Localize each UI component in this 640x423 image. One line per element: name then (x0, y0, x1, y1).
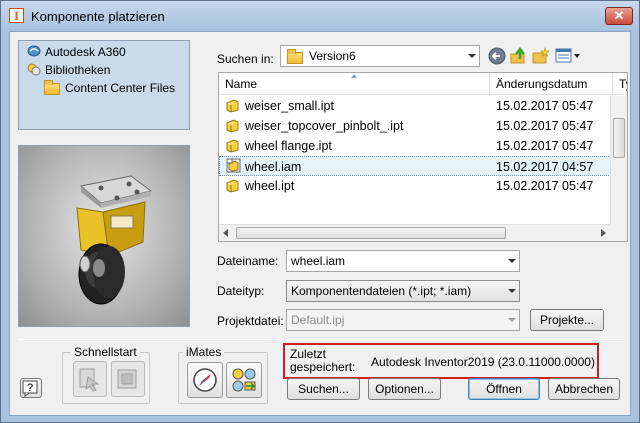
view-menu-icon[interactable] (555, 47, 581, 65)
search-button[interactable]: Suchen... (287, 378, 360, 400)
part-file-icon (226, 139, 239, 153)
vertical-scroll-thumb[interactable] (613, 118, 625, 158)
up-folder-icon[interactable] (510, 47, 528, 65)
scroll-left-icon[interactable] (222, 229, 230, 237)
file-row[interactable]: wheel.ipt 15.02.2017 05:47 A (219, 176, 625, 196)
column-header-date[interactable]: Änderungsdatum (490, 73, 613, 95)
open-document-icon (79, 368, 100, 392)
scroll-right-icon[interactable] (599, 229, 607, 237)
new-folder-icon[interactable] (532, 47, 550, 65)
imate-button-2[interactable] (226, 362, 262, 398)
file-row[interactable]: wheel flange.ipt 15.02.2017 05:47 A (219, 136, 625, 156)
file-date: 15.02.2017 05:47 (496, 119, 594, 133)
file-name: wheel flange.ipt (245, 139, 332, 153)
last-saved-value: Autodesk Inventor2019 (23.0.11000.0000) (371, 355, 595, 369)
last-saved-highlight: Zuletzt gespeichert: Autodesk Inventor20… (283, 343, 599, 379)
column-name-label: Name (225, 77, 258, 91)
file-name: weiser_small.ipt (245, 99, 334, 113)
assembly-file-icon (226, 158, 241, 173)
column-header-name[interactable]: Name (219, 73, 490, 95)
file-list-header: Name Änderungsdatum Ty (219, 73, 627, 95)
file-list[interactable]: Name Änderungsdatum Ty weiser_small.ipt … (218, 72, 628, 242)
horizontal-scrollbar[interactable] (219, 224, 610, 241)
tree-item-label: Content Center Files (65, 81, 176, 95)
tree-item-label: Bibliotheken (45, 63, 111, 77)
open-button[interactable]: Öffnen (468, 378, 540, 400)
folder-icon (44, 80, 60, 95)
look-in-combo[interactable]: Version6 (280, 45, 480, 67)
filename-value: wheel.iam (291, 254, 346, 268)
filetype-select[interactable]: Komponentendateien (*.ipt; *.iam) (286, 280, 520, 302)
title-bar[interactable]: I Komponente platzieren ✕ (1, 1, 639, 31)
chevron-down-icon (508, 259, 516, 263)
part-file-icon (226, 99, 239, 113)
scrollbar-corner (610, 224, 627, 241)
horizontal-scroll-thumb[interactable] (236, 227, 506, 239)
last-saved-label: Zuletzt gespeichert: (290, 348, 355, 374)
chevron-down-icon (508, 289, 516, 293)
model-preview (18, 145, 190, 327)
wheel-preview-image (76, 175, 153, 305)
dialog-client-area: Autodesk A360 Bibliotheken Content Cente… (9, 31, 631, 416)
filename-combo[interactable]: wheel.iam (286, 250, 520, 272)
filename-label: Dateiname: (217, 254, 279, 268)
folder-icon (287, 49, 303, 64)
chevron-down-icon (468, 54, 476, 58)
imates-group: iMates (178, 345, 268, 404)
sort-ascending-icon (351, 74, 357, 78)
compass-icon (193, 368, 217, 392)
help-button[interactable]: ? (20, 378, 42, 398)
file-row[interactable]: weiser_small.ipt 15.02.2017 05:47 (219, 96, 615, 116)
filetype-label: Dateityp: (217, 284, 265, 298)
file-name: wheel.ipt (245, 179, 295, 193)
separator (18, 339, 624, 340)
quickstart-open-button (73, 361, 107, 397)
dialog-window: I Komponente platzieren ✕ Autodesk A360 … (0, 0, 640, 423)
file-row-selected[interactable]: wheel.iam 15.02.2017 04:57 A (219, 156, 625, 176)
file-name: wheel.iam (245, 160, 302, 174)
close-button[interactable]: ✕ (605, 7, 633, 25)
options-button[interactable]: Optionen... (368, 378, 441, 400)
help-glyph: ? (27, 382, 33, 394)
file-date: 15.02.2017 05:47 (496, 99, 594, 113)
app-icon-glyph: I (13, 8, 20, 23)
part-file-icon (226, 179, 239, 193)
file-date: 15.02.2017 04:57 (496, 160, 594, 174)
projects-button[interactable]: Projekte... (530, 309, 604, 331)
assembly-icon (117, 369, 137, 389)
part-file-icon (226, 119, 239, 133)
quickstart-group: Schnellstart (62, 345, 150, 404)
file-row[interactable]: weiser_topcover_pinbolt_.ipt 15.02.2017 … (219, 116, 625, 136)
column-header-type[interactable]: Ty (613, 73, 627, 95)
quickstart-assembly-button (111, 361, 145, 397)
cancel-button[interactable]: Abbrechen (548, 378, 620, 400)
project-value: Default.ipj (291, 313, 345, 327)
filetype-value: Komponentendateien (*.ipt; *.iam) (291, 284, 472, 298)
file-date: 15.02.2017 05:47 (496, 139, 594, 153)
quickstart-title: Schnellstart (71, 345, 140, 359)
look-in-value: Version6 (309, 49, 356, 63)
window-title: Komponente platzieren (31, 9, 165, 24)
help-icon: ? (22, 380, 38, 397)
project-label: Projektdatei: (217, 314, 284, 328)
project-select: Default.ipj (286, 309, 520, 331)
vertical-scrollbar[interactable] (610, 96, 627, 225)
libraries-icon (27, 63, 41, 76)
back-icon[interactable] (488, 47, 506, 65)
look-in-label: Suchen in: (217, 52, 274, 66)
imate-link-icon (232, 368, 256, 392)
file-date: 15.02.2017 05:47 (496, 179, 594, 193)
imates-title: iMates (183, 345, 225, 359)
imate-button-1[interactable] (187, 362, 223, 398)
location-tree: Autodesk A360 Bibliotheken Content Cente… (18, 40, 190, 130)
chevron-down-icon (508, 318, 516, 322)
inventor-app-icon: I (9, 8, 24, 23)
file-name: weiser_topcover_pinbolt_.ipt (245, 119, 404, 133)
last-saved-label-line2: gespeichert: (290, 360, 356, 374)
tree-item-label: Autodesk A360 (45, 45, 126, 59)
cloud-icon (27, 45, 41, 57)
